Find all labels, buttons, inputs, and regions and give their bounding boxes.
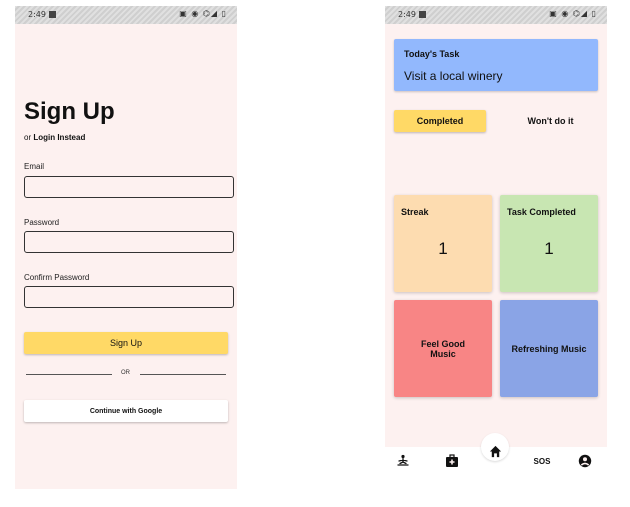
- task-completed-value: 1: [544, 239, 554, 258]
- notification-icon: [419, 11, 426, 18]
- password-label: Password: [24, 218, 60, 227]
- todays-task-label: Today's Task: [404, 49, 460, 59]
- streak-value: 1: [438, 239, 448, 258]
- completed-button[interactable]: Completed: [394, 110, 486, 132]
- meditation-icon[interactable]: [393, 451, 413, 471]
- divider-left: [26, 374, 112, 375]
- password-field[interactable]: [24, 231, 234, 253]
- task-completed-label: Task Completed: [507, 207, 576, 217]
- status-time: 2:49: [398, 10, 416, 19]
- sign-up-button[interactable]: Sign Up: [24, 332, 228, 354]
- status-icons: ▣ ◉ ⌬◢ ▯: [549, 9, 597, 18]
- feel-good-music-card[interactable]: Feel Good Music: [394, 300, 492, 397]
- first-aid-kit-icon[interactable]: [442, 451, 462, 471]
- continue-with-google-button[interactable]: Continue with Google: [24, 400, 228, 422]
- todays-task-text: Visit a local winery: [404, 69, 503, 83]
- login-prefix: or: [24, 133, 34, 142]
- or-separator: OR: [121, 370, 130, 376]
- confirm-password-field[interactable]: [24, 286, 234, 308]
- divider-right: [140, 374, 226, 375]
- confirm-password-label: Confirm Password: [24, 273, 90, 282]
- login-line: or Login Instead: [24, 133, 85, 142]
- login-instead-link[interactable]: Login Instead: [33, 133, 85, 142]
- email-field[interactable]: [24, 176, 234, 198]
- home-icon[interactable]: [485, 441, 505, 461]
- notification-icon: [49, 11, 56, 18]
- status-icons: ▣ ◉ ⌬◢ ▯: [179, 9, 227, 18]
- wont-do-it-button[interactable]: Won't do it: [503, 110, 598, 132]
- bottom-nav: SOS: [385, 433, 607, 485]
- page-title: Sign Up: [24, 98, 115, 125]
- home-screen: 2:49 ▣ ◉ ⌬◢ ▯ Today's Task Visit a local…: [385, 6, 607, 447]
- todays-task-card: Today's Task Visit a local winery: [394, 39, 598, 91]
- sos-icon[interactable]: SOS: [530, 451, 554, 471]
- streak-label: Streak: [401, 207, 429, 217]
- streak-card: Streak 1: [394, 195, 492, 292]
- task-completed-card: Task Completed 1: [500, 195, 598, 292]
- status-bar: 2:49 ▣ ◉ ⌬◢ ▯: [15, 6, 237, 24]
- signup-screen: 2:49 ▣ ◉ ⌬◢ ▯ Sign Up or Login Instead E…: [15, 6, 237, 489]
- email-label: Email: [24, 162, 45, 171]
- status-bar: 2:49 ▣ ◉ ⌬◢ ▯: [385, 6, 607, 24]
- refreshing-music-card[interactable]: Refreshing Music: [500, 300, 598, 397]
- status-time: 2:49: [28, 10, 46, 19]
- account-icon[interactable]: [575, 451, 595, 471]
